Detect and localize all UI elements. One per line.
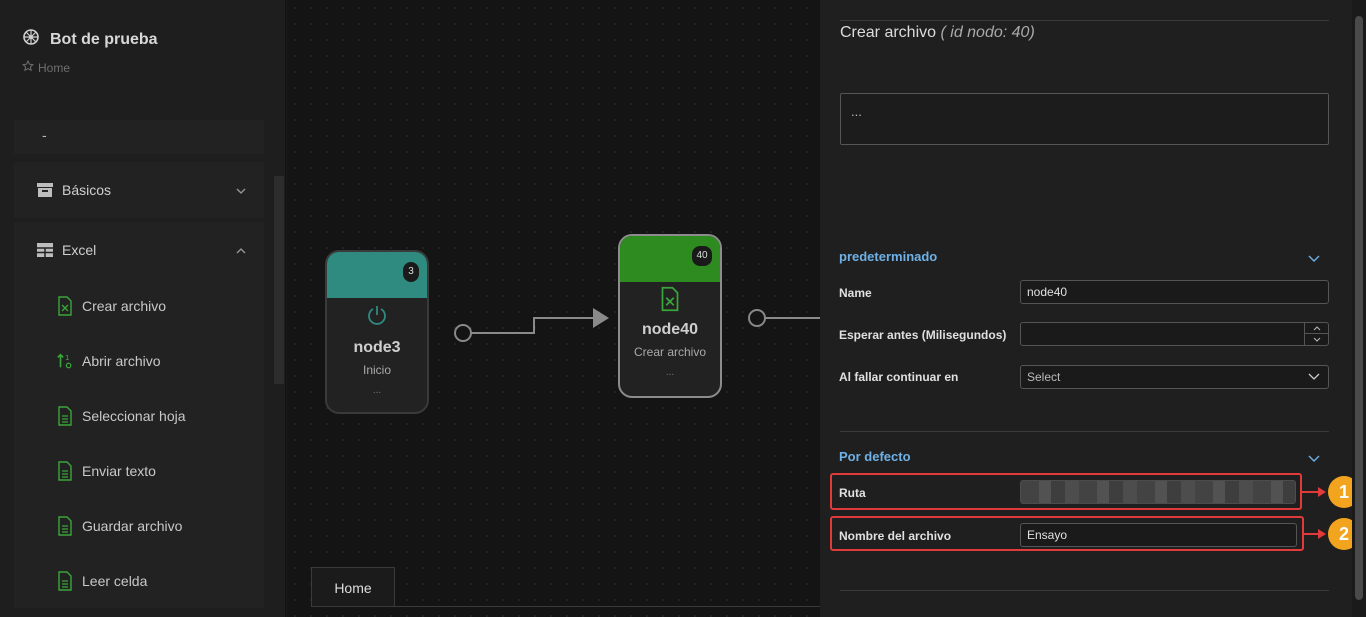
breadcrumb-home: Home bbox=[38, 60, 71, 75]
panel-title-id: ( id nodo: 40) bbox=[940, 24, 1035, 41]
node-dots: ... bbox=[665, 367, 675, 378]
node-header: 40 bbox=[620, 236, 720, 282]
sidebar-group-excel[interactable]: Excel bbox=[14, 222, 264, 278]
panel-title-text: Crear archivo bbox=[840, 24, 937, 41]
scrollbar-thumb[interactable] bbox=[1355, 16, 1363, 600]
sidebar-collapsed-item[interactable]: - bbox=[14, 120, 264, 154]
connector-line bbox=[471, 317, 593, 334]
page-scrollbar[interactable] bbox=[1352, 0, 1366, 617]
sidebar-item-label: Abrir archivo bbox=[82, 352, 161, 369]
sidebar: Bot de prueba Home - Básicos Excel Crear… bbox=[0, 0, 286, 617]
excel-file-icon bbox=[56, 295, 74, 316]
archive-icon bbox=[36, 181, 54, 199]
arrow-icon bbox=[1318, 529, 1326, 539]
chevron-down-icon bbox=[236, 182, 246, 198]
tab-divider bbox=[311, 606, 820, 607]
sort-icon: 1 bbox=[56, 351, 74, 371]
section-por-defecto-title[interactable]: Por defecto bbox=[839, 449, 911, 464]
node-id-badge: 3 bbox=[403, 262, 419, 282]
breadcrumb[interactable]: Home bbox=[21, 59, 71, 75]
sidebar-item-label: Seleccionar hoja bbox=[82, 407, 186, 424]
sidebar-group-label: Excel bbox=[62, 242, 97, 258]
sidebar-item-enviar-texto[interactable]: Enviar texto bbox=[14, 443, 264, 498]
name-input[interactable] bbox=[1020, 280, 1329, 304]
sidebar-item-abrir-archivo[interactable]: 1 Abrir archivo bbox=[14, 333, 264, 388]
node-id-badge: 40 bbox=[692, 246, 712, 266]
node-dots: ... bbox=[372, 385, 382, 396]
wait-before-label: Esperar antes (Milisegundos) bbox=[839, 328, 1007, 342]
properties-panel: Crear archivo ( id nodo: 40) ... predete… bbox=[820, 0, 1360, 617]
brand[interactable]: Bot de prueba bbox=[22, 28, 158, 51]
ship-wheel-icon bbox=[22, 28, 40, 51]
flow-node-node40[interactable]: 40 node40 Crear archivo ... bbox=[618, 234, 722, 398]
chevron-down-icon[interactable] bbox=[1305, 334, 1328, 345]
sidebar-item-crear-archivo[interactable]: Crear archivo bbox=[14, 278, 264, 333]
sidebar-menu: - Básicos Excel Crear archivo 1 Abrir ar… bbox=[14, 120, 264, 608]
sidebar-scrollbar[interactable] bbox=[274, 176, 284, 384]
node-type: Inicio bbox=[362, 363, 391, 377]
document-icon bbox=[56, 405, 74, 426]
excel-file-icon bbox=[620, 286, 720, 317]
chevron-up-icon[interactable] bbox=[1305, 323, 1328, 334]
sidebar-item-label: Enviar texto bbox=[82, 462, 156, 479]
output-port[interactable] bbox=[454, 324, 472, 342]
star-icon bbox=[21, 59, 35, 75]
highlight-box-2 bbox=[830, 516, 1304, 551]
divider bbox=[840, 590, 1329, 591]
tab-home[interactable]: Home bbox=[311, 567, 395, 607]
document-icon bbox=[56, 570, 74, 591]
sidebar-group-label: Básicos bbox=[62, 182, 112, 198]
flow-node-node3[interactable]: 3 node3 Inicio ... bbox=[325, 250, 429, 414]
chevron-down-icon[interactable] bbox=[1308, 450, 1320, 468]
arrow-icon bbox=[1318, 487, 1326, 497]
panel-title: Crear archivo ( id nodo: 40) bbox=[840, 24, 1035, 42]
description-textarea[interactable]: ... bbox=[840, 93, 1329, 145]
highlight-box-1 bbox=[830, 473, 1302, 510]
sidebar-item-label: Crear archivo bbox=[82, 297, 167, 314]
wait-before-input[interactable] bbox=[1020, 322, 1329, 346]
arrow-icon bbox=[593, 308, 609, 328]
document-icon bbox=[56, 460, 74, 481]
document-icon bbox=[56, 515, 74, 536]
chevron-up-icon bbox=[236, 242, 246, 258]
svg-text:1: 1 bbox=[65, 353, 70, 362]
app-window: Bot de prueba Home - Básicos Excel Crear… bbox=[0, 0, 1366, 617]
app-title: Bot de prueba bbox=[50, 30, 158, 48]
power-icon bbox=[327, 304, 427, 331]
sidebar-item-label: Leer celda bbox=[82, 572, 148, 589]
sidebar-item-label: Guardar archivo bbox=[82, 517, 183, 534]
sidebar-item-leer-celda[interactable]: Leer celda bbox=[14, 553, 264, 608]
divider bbox=[840, 20, 1329, 21]
flow-canvas[interactable]: 3 node3 Inicio ... 40 node40 Crear archi… bbox=[287, 0, 820, 617]
table-icon bbox=[36, 241, 54, 259]
sidebar-item-guardar-archivo[interactable]: Guardar archivo bbox=[14, 498, 264, 553]
select-value: Select bbox=[1027, 370, 1061, 384]
number-stepper[interactable] bbox=[1304, 323, 1328, 345]
node-type: Crear archivo bbox=[633, 345, 707, 359]
node-header: 3 bbox=[327, 252, 427, 298]
chevron-down-icon bbox=[1308, 366, 1320, 388]
node-name: node3 bbox=[353, 339, 401, 356]
sidebar-group-basicos[interactable]: Básicos bbox=[14, 162, 264, 218]
section-predeterminado-title[interactable]: predeterminado bbox=[839, 249, 937, 264]
output-port[interactable] bbox=[748, 309, 766, 327]
node-name: node40 bbox=[641, 321, 698, 338]
name-label: Name bbox=[839, 286, 872, 300]
on-fail-label: Al fallar continuar en bbox=[839, 370, 959, 384]
chevron-down-icon[interactable] bbox=[1308, 250, 1320, 268]
sidebar-item-seleccionar-hoja[interactable]: Seleccionar hoja bbox=[14, 388, 264, 443]
divider bbox=[840, 431, 1329, 432]
on-fail-select[interactable]: Select bbox=[1020, 365, 1329, 389]
